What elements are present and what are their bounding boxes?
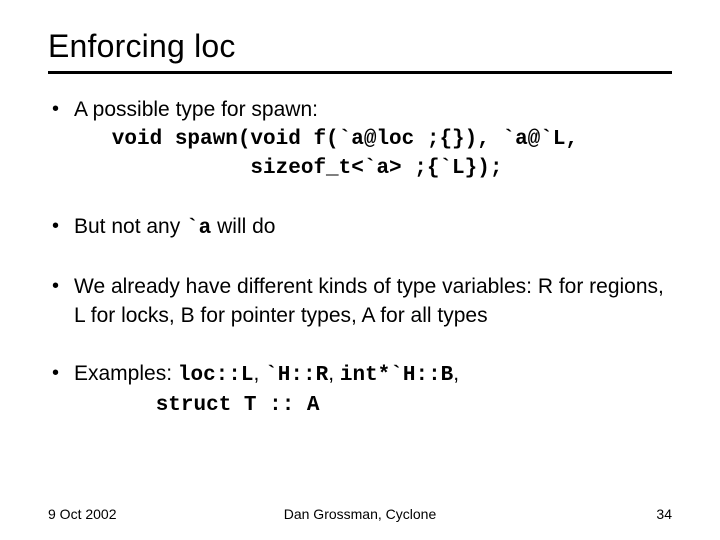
example-h-r: `H::R	[265, 364, 328, 387]
title-rule	[48, 71, 672, 74]
bullet-text-post: will do	[211, 215, 275, 238]
code-block-spawn: void spawn(void f(`a@loc ;{}), `a@`L, si…	[74, 126, 672, 183]
bullet-list: A possible type for spawn: void spawn(vo…	[48, 96, 672, 421]
bullet-kinds: We already have different kinds of type …	[48, 273, 672, 330]
footer-author: Dan Grossman, Cyclone	[48, 506, 672, 522]
example-struct: struct T :: A	[156, 394, 320, 417]
bullet-spawn-type: A possible type for spawn: void spawn(vo…	[48, 96, 672, 183]
bullet-text-pre: But not any	[74, 215, 186, 238]
code-inline-a: `a	[186, 217, 211, 240]
example-int-h-b: int*`H::B	[340, 364, 453, 387]
bullet-text: A possible type for spawn:	[74, 98, 318, 121]
slide: Enforcing loc A possible type for spawn:…	[0, 0, 720, 540]
footer: 9 Oct 2002 Dan Grossman, Cyclone 34	[48, 506, 672, 522]
example-loc: loc::L	[178, 364, 254, 387]
bullet-examples: Examples: loc::L, `H::R, int*`H::B, stru…	[48, 360, 672, 421]
bullet-not-any-a: But not any `a will do	[48, 213, 672, 243]
example-struct-line: struct T :: A	[74, 390, 672, 420]
page-title: Enforcing loc	[48, 28, 672, 65]
examples-label: Examples:	[74, 362, 178, 385]
